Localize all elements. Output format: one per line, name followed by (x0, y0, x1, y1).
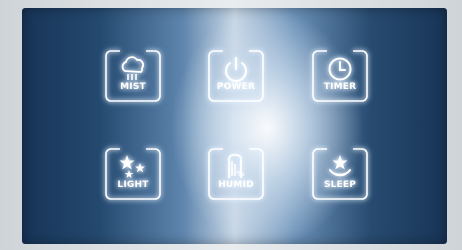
mist-button[interactable]: MIST (105, 50, 161, 102)
svg-text:%: % (237, 170, 244, 178)
mist-label: MIST (120, 82, 146, 92)
control-panel (22, 8, 447, 244)
humid-button[interactable]: % HUMID (208, 148, 264, 200)
star-moon-icon (329, 155, 351, 177)
stars-icon (119, 155, 145, 178)
humidity-gauge-icon: % (228, 154, 244, 178)
light-button[interactable]: LIGHT (105, 148, 161, 200)
power-icon (225, 56, 247, 82)
humid-label: HUMID (218, 180, 254, 190)
clock-icon (328, 57, 352, 81)
cloud-mist-icon (121, 56, 144, 80)
sleep-label: SLEEP (323, 180, 357, 190)
power-label: POWER (216, 82, 256, 92)
power-button[interactable]: POWER (208, 50, 264, 102)
timer-button[interactable]: TIMER (312, 50, 368, 102)
light-label: LIGHT (117, 180, 149, 190)
sleep-button[interactable]: SLEEP (312, 148, 368, 200)
timer-label: TIMER (323, 82, 357, 92)
